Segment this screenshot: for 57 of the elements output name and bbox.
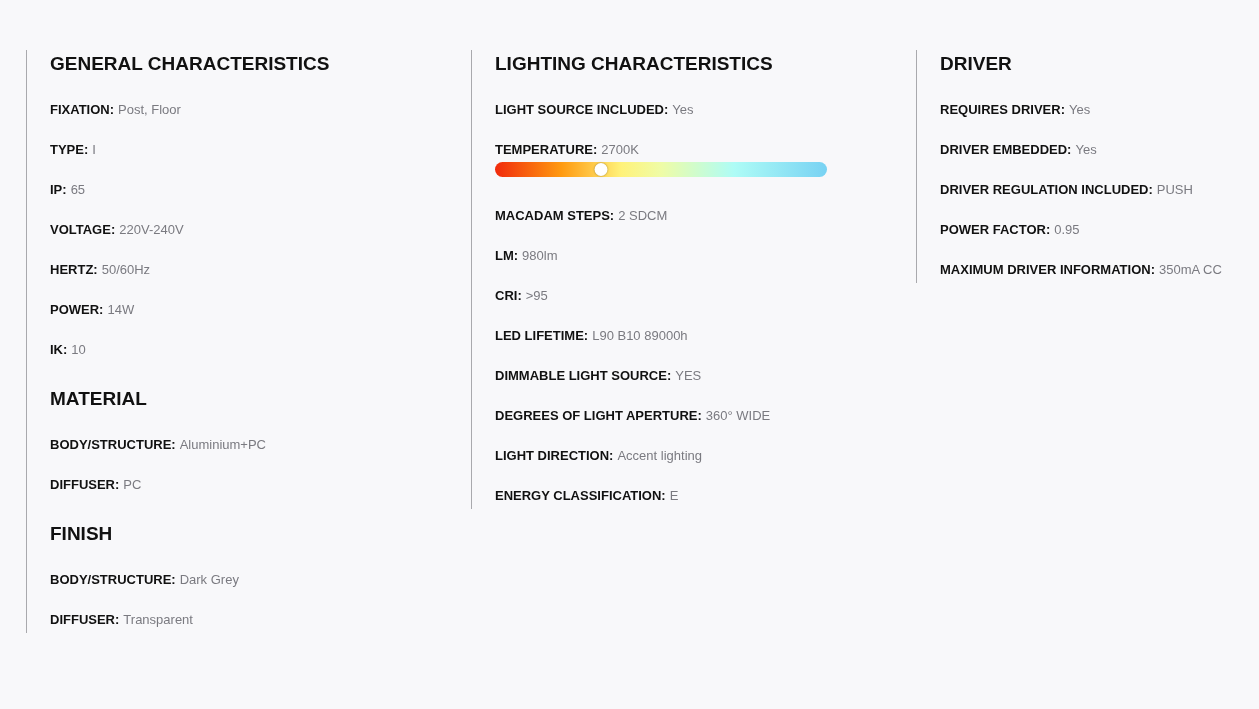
spec-value: Yes: [1068, 101, 1091, 119]
spec-value: Aluminium+PC: [179, 436, 266, 454]
spec-label: IP:: [50, 181, 67, 199]
section-heading: MATERIAL: [50, 388, 148, 410]
spec-label: ENERGY CLASSIFICATION:: [495, 487, 666, 505]
spec-label: TEMPERATURE:: [495, 141, 598, 159]
spec-value: 220V-240V: [119, 221, 184, 239]
spec-label: BODY/STRUCTURE:: [50, 436, 176, 454]
spec-label: DRIVER EMBEDDED:: [940, 141, 1072, 159]
spec-value: 0.95: [1054, 221, 1080, 239]
spec-value: E: [669, 487, 679, 505]
spec-value: PC: [123, 476, 142, 494]
spec-value: 50/60Hz: [101, 261, 151, 279]
spec-value: 980lm: [522, 247, 558, 265]
spec-label: IK:: [50, 341, 68, 359]
spec-value: PUSH: [1156, 181, 1193, 199]
spec-label: DIFFUSER:: [50, 476, 120, 494]
spec-label: MAXIMUM DRIVER INFORMATION:: [940, 261, 1155, 279]
spec-label: POWER:: [50, 301, 104, 319]
spec-label: LIGHT SOURCE INCLUDED:: [495, 101, 669, 119]
spec-value: Post, Floor: [118, 101, 181, 119]
section-heading: FINISH: [50, 523, 114, 545]
spec-value: 360° WIDE: [705, 407, 771, 425]
spec-label: LED LIFETIME:: [495, 327, 589, 345]
section-heading: DRIVER: [940, 53, 1013, 75]
spec-value: 65: [70, 181, 86, 199]
spec-label: MACADAM STEPS:: [495, 207, 615, 225]
spec-value: Dark Grey: [179, 571, 239, 589]
spec-label: DIMMABLE LIGHT SOURCE:: [495, 367, 672, 385]
spec-value: Yes: [672, 101, 694, 119]
spec-value: Yes: [1075, 141, 1097, 159]
spec-value: Accent lighting: [617, 447, 702, 465]
section-heading: LIGHTING CHARACTERISTICS: [495, 53, 774, 75]
spec-label: BODY/STRUCTURE:: [50, 571, 176, 589]
spec-value: Transparent: [123, 611, 193, 629]
spec-label: FIXATION:: [50, 101, 115, 119]
spec-value: 350mA CC: [1158, 261, 1222, 279]
spec-value: 14W: [107, 301, 135, 319]
spec-label: LM:: [495, 247, 519, 265]
spec-value: 2 SDCM: [618, 207, 668, 225]
spec-value: YES: [675, 367, 702, 385]
spec-label: HERTZ:: [50, 261, 98, 279]
section-heading: GENERAL CHARACTERISTICS: [50, 53, 331, 75]
spec-value: >95: [525, 287, 548, 305]
spec-label: POWER FACTOR:: [940, 221, 1051, 239]
spec-value: 10: [71, 341, 86, 359]
spec-value: 2700K: [601, 141, 639, 159]
spec-label: DRIVER REGULATION INCLUDED:: [940, 181, 1153, 199]
spec-label: DEGREES OF LIGHT APERTURE:: [495, 407, 702, 425]
spec-value: L90 B10 89000h: [592, 327, 688, 345]
spec-label: LIGHT DIRECTION:: [495, 447, 614, 465]
spec-label: TYPE:: [50, 141, 89, 159]
spec-label: VOLTAGE:: [50, 221, 116, 239]
spec-label: CRI:: [495, 287, 522, 305]
spec-label: DIFFUSER:: [50, 611, 120, 629]
spec-label: REQUIRES DRIVER:: [940, 101, 1065, 119]
spec-value: I: [92, 141, 96, 159]
